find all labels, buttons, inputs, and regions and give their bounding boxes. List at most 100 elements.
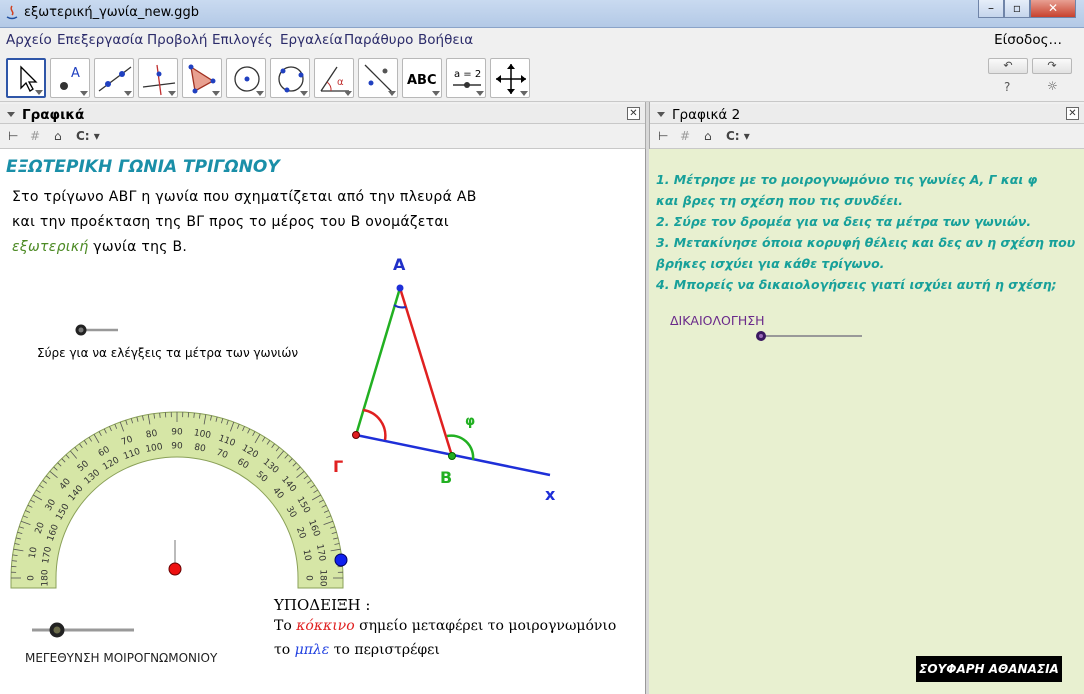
grid2-icon[interactable]: # [680,129,690,143]
instruction-3: 3. Μετακίνησε όποια κορυφή θέλεις και δε… [656,235,1076,250]
graphics-style-bar: ⊢ # ⌂ C: ▾ [0,125,645,149]
label-b: Β [440,468,453,487]
side-ab[interactable] [398,287,454,457]
polygon-tool-button[interactable] [182,58,222,98]
protractor-rotate-point[interactable] [332,551,352,571]
home-icon[interactable]: ⌂ [54,129,62,143]
instruction-1b: και βρες τη σχέση που τις συνδέει. [656,193,903,208]
page-heading: ΕΞΩΤΕΡΙΚΗ ΓΩΝΙΑ ΤΡΙΓΩΝΟΥ [6,157,280,177]
axes2-icon[interactable]: ⊢ [658,129,668,143]
menu-options[interactable]: Επιλογές [212,32,273,48]
undo-button[interactable]: ↶ [988,58,1028,74]
author-badge: ΣΟΥΦΑΡΗ ΑΘΑΝΑΣΙΑ [916,656,1062,682]
instruction-4: 4. Μπορείς να δικαιολογήσεις γιατί ισχύε… [656,277,1057,292]
text-tool-button[interactable]: ABC [402,58,442,98]
hint-line-2: το μπλε το περιστρέφει [274,642,440,658]
protractor-outer-label: 90 [171,428,183,438]
axes-icon[interactable]: ⊢ [8,129,18,143]
move-view-tool-button[interactable] [490,58,530,98]
login-link[interactable]: Είσοδος… [994,32,1062,48]
close-panel2-icon[interactable]: ✕ [1066,107,1079,120]
close-button[interactable]: ✕ [1030,0,1076,18]
angle-g-arc [362,408,387,441]
angle-tool-button[interactable]: α [314,58,354,98]
svg-text:ABC: ABC [407,73,437,88]
menu-file[interactable]: Αρχείο [6,32,52,48]
definition-line-3-rest: γωνία της Β. [88,239,188,255]
menu-tools[interactable]: Εργαλεία [280,32,343,48]
menu-edit[interactable]: Επεξεργασία [57,32,143,48]
home2-icon[interactable]: ⌂ [704,129,712,143]
protractor-outer-label: 180 [318,569,328,586]
redo-button[interactable]: ↷ [1032,58,1072,74]
panel-menu-caret-icon[interactable] [7,112,15,117]
label-phi: φ [465,414,476,429]
protractor-inner-label: 180 [41,569,51,586]
exterior-word: εξωτερική [12,239,89,255]
protractor-inner-label: 90 [171,442,183,452]
protractor-outer-label: 0 [27,575,37,581]
justification-slider[interactable] [752,328,866,344]
graphics2-panel-title: Γραφικά 2 [672,107,741,123]
line-tool-button[interactable] [94,58,134,98]
protractor-tick [159,412,161,418]
hint-line-1: Το κόκκινο σημείο μεταφέρει το μοιρογνωμ… [274,618,616,634]
graphics2-panel-header: Γραφικά 2 ✕ [650,104,1084,124]
protractor-zoom-slider[interactable] [28,620,138,640]
minimize-button[interactable]: – [978,0,1004,18]
menu-help[interactable]: Βοήθεια [418,32,473,48]
graphics2-style-bar: ⊢ # ⌂ C: ▾ [650,125,1084,149]
protractor-move-point[interactable] [166,560,186,580]
move-tool-button[interactable] [6,58,46,98]
label-a: Α [393,255,406,274]
circle-tool-button[interactable] [226,58,266,98]
hint1-prefix: Το [274,618,297,634]
circle-3points-tool-button[interactable] [270,58,310,98]
justification-label: ΔΙΚΑΙΟΛΟΓΗΣΗ [670,313,765,328]
protractor-outer-label: 10 [28,546,40,559]
hint2-prefix: το [274,642,295,658]
hint1-suffix: σημείο μεταφέρει το μοιρογνωμόνιο [354,618,617,634]
blue-word: μπλε [294,642,330,658]
hint2-suffix: το περιστρέφει [329,642,440,658]
panel2-menu-caret-icon[interactable] [657,112,665,117]
protractor-inner-label: 80 [193,443,206,455]
svg-text:A: A [71,66,80,81]
slider-tool-button[interactable]: a = 2 [446,58,486,98]
graphics2-canvas[interactable] [649,149,1084,694]
instruction-2: 2. Σύρε τον δρομέα για να δεις τα μέτρα … [656,214,1032,229]
protractor-tick [193,412,195,418]
menu-view[interactable]: Προβολή [147,32,207,48]
perpendicular-tool-button[interactable] [138,58,178,98]
protractor-inner-label: 10 [301,549,313,562]
red-word: κόκκινο [296,618,355,634]
definition-line-3: εξωτερική γωνία της Β. [12,239,187,255]
graphics-panel-header: Γραφικά ✕ [0,104,645,124]
svg-text:α: α [337,77,344,88]
protractor-outer-label: 80 [145,429,158,441]
point-tool-button[interactable]: A [50,58,90,98]
title-bar: εξωτερική_γωνία_new.ggb – ▫ ✕ [0,0,1084,28]
instruction-1: 1. Μέτρησε με το μοιρογνωμόνιο τις γωνίε… [656,172,1038,187]
label-x: x [545,485,556,504]
protractor-inner-label: 0 [304,575,314,581]
menu-window[interactable]: Παράθυρο [344,32,413,48]
help-icon[interactable]: ? [1004,80,1010,94]
settings-icon[interactable]: ☼ [1047,79,1058,93]
graphics-panel-title: Γραφικά [22,107,85,123]
maximize-button[interactable]: ▫ [1004,0,1030,18]
point-capture-icon[interactable]: C: ▾ [76,129,100,143]
angle-measure-slider[interactable] [70,320,124,340]
svg-text:a = 2: a = 2 [454,69,481,80]
vertex-b[interactable] [448,452,456,460]
slider1-label: Σύρε για να ελέγξεις τα μέτρα των γωνιών [37,346,299,360]
reflect-tool-button[interactable] [358,58,398,98]
grid-icon[interactable]: # [30,129,40,143]
java-app-icon [6,5,18,20]
toolbar: A α ABC a = 2 ↶ ↷ ? ☼ [0,52,1084,102]
vertex-a[interactable] [396,284,404,292]
side-ag[interactable] [354,287,402,436]
point-capture2-icon[interactable]: C: ▾ [726,129,750,143]
close-panel-icon[interactable]: ✕ [627,107,640,120]
protractor-tick [11,560,17,562]
